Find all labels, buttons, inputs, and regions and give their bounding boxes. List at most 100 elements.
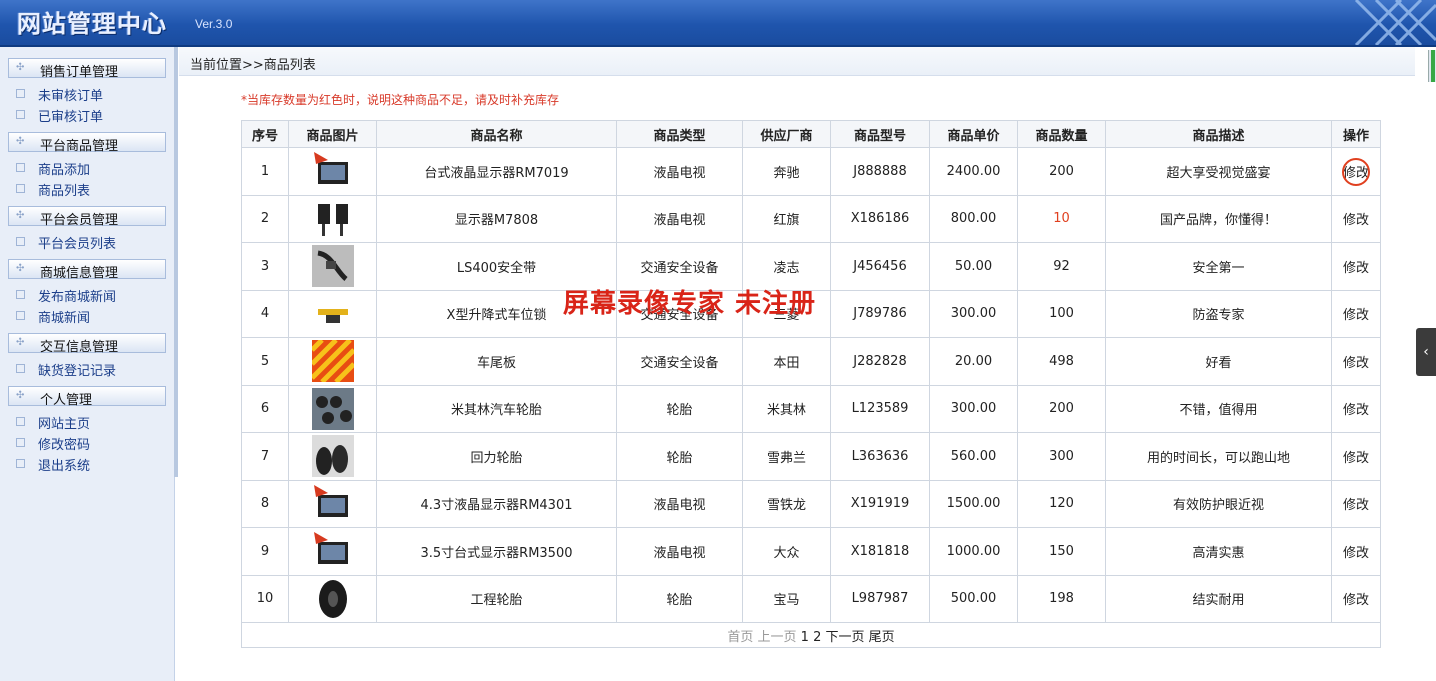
plus-icon: ✣ xyxy=(16,136,25,147)
row-number: 1 xyxy=(241,147,289,196)
product-model: X181818 xyxy=(830,527,930,576)
sidebar-item-label: 退出系统 xyxy=(38,459,91,474)
row-number: 10 xyxy=(241,574,289,623)
edit-link[interactable]: 修改 xyxy=(1331,242,1381,291)
table-row: 1 台式液晶显示器RM7019 液晶电视 奔驰 J888888 2400.00 200 超大享… xyxy=(241,147,1381,196)
product-price: 1500.00 xyxy=(929,479,1018,528)
stock-notice: *当库存数量为红色时，说明这种商品不足，请及时补充库存 xyxy=(241,93,560,107)
col-header: 商品类型 xyxy=(616,120,743,148)
product-description: 不错，值得用 xyxy=(1105,384,1332,433)
chevron-left-icon[interactable]: ‹ xyxy=(1416,328,1436,376)
seatbelt-icon xyxy=(311,245,354,288)
sidebar-group-interaction[interactable]: ✣ 交互信息管理 xyxy=(8,333,166,355)
edit-link[interactable]: 修改 xyxy=(1331,479,1381,528)
monitor-icon xyxy=(312,152,354,185)
prev-page-link[interactable]: 上一页 xyxy=(757,630,796,645)
product-image xyxy=(288,337,377,386)
product-type: 轮胎 xyxy=(616,432,743,481)
sidebar-item-stockout-records[interactable]: 缺货登记记录 xyxy=(16,360,117,379)
sidebar-item-product-list[interactable]: 商品列表 xyxy=(16,180,91,199)
col-header: 操作 xyxy=(1331,120,1381,148)
product-model: J456456 xyxy=(830,242,930,291)
table-row: 6 米其林汽车轮胎 轮胎 米其林 L123589 300.00 200 不错，值得用 修改 xyxy=(241,384,1381,433)
page-link-2[interactable]: 2 xyxy=(813,630,821,645)
edit-link[interactable]: 修改 xyxy=(1331,384,1381,433)
edit-link[interactable]: 修改 xyxy=(1331,527,1381,576)
product-vendor: 奔驰 xyxy=(742,147,831,196)
col-header: 商品名称 xyxy=(376,120,617,148)
next-page-link[interactable]: 下一页 xyxy=(825,630,864,645)
sidebar-item-member-list[interactable]: 平台会员列表 xyxy=(16,233,116,252)
product-type: 交通安全设备 xyxy=(616,337,743,386)
sidebar-item-label: 已审核订单 xyxy=(38,110,104,125)
product-vendor: 本田 xyxy=(742,337,831,386)
sidebar-group-personal[interactable]: ✣ 个人管理 xyxy=(8,386,166,408)
sidebar-item-add-product[interactable]: 商品添加 xyxy=(16,159,90,178)
edit-link[interactable]: 修改 xyxy=(1331,289,1381,338)
sidebar-item-label: 未审核订单 xyxy=(38,89,104,104)
product-price: 560.00 xyxy=(929,432,1018,481)
product-image xyxy=(288,432,377,481)
sidebar-item-reviewed-orders[interactable]: 已审核订单 xyxy=(16,106,104,125)
sidebar-item-label: 发布商城新闻 xyxy=(38,290,117,305)
sidebar-item-change-password[interactable]: 修改密码 xyxy=(16,434,90,453)
sidebar-splitter[interactable] xyxy=(174,47,178,477)
table-row: 2 显示器M7808 液晶电视 红旗 X186186 800.00 10 国产品牌，你懂得！修… xyxy=(241,194,1381,243)
product-vendor: 红旗 xyxy=(742,194,831,243)
edit-link[interactable]: 修改 xyxy=(1331,337,1381,386)
plus-icon: ✣ xyxy=(16,390,25,401)
sidebar-group-label: 平台商品管理 xyxy=(40,139,119,154)
product-description: 高清实惠 xyxy=(1105,527,1332,576)
sidebar-item-logout[interactable]: 退出系统 xyxy=(16,455,91,474)
row-number: 7 xyxy=(241,432,289,481)
row-number: 5 xyxy=(241,337,289,386)
product-name: 显示器M7808 xyxy=(376,194,617,243)
product-price: 300.00 xyxy=(929,289,1018,338)
product-description: 国产品牌，你懂得！ xyxy=(1105,194,1332,243)
tire-icon xyxy=(312,579,354,618)
product-vendor: 雪铁龙 xyxy=(742,479,831,528)
table-row: 8 4.3寸液晶显示器RM4301 液晶电视 雪铁龙 X191919 1500.00 120… xyxy=(241,479,1381,528)
sidebar-group-sales-orders[interactable]: ✣ 销售订单管理 xyxy=(8,58,166,80)
parking-lock-icon xyxy=(312,306,354,323)
sidebar-item-label: 商品列表 xyxy=(38,184,91,199)
sidebar-group-members[interactable]: ✣ 平台会员管理 xyxy=(8,206,166,228)
bullet-icon xyxy=(16,110,25,119)
product-vendor: 大众 xyxy=(742,527,831,576)
page-link-1[interactable]: 1 xyxy=(801,630,809,645)
sidebar-item-mall-news[interactable]: 商城新闻 xyxy=(16,307,91,326)
product-quantity: 498 xyxy=(1017,337,1106,386)
table-row: 7 回力轮胎 轮胎 雪弗兰 L363636 560.00 300 用的时间长，可以跑山地 修改 xyxy=(241,432,1381,481)
tire-stack-icon xyxy=(311,435,354,478)
sidebar-item-unreviewed-orders[interactable]: 未审核订单 xyxy=(16,85,104,104)
sidebar-item-label: 缺货登记记录 xyxy=(38,364,117,379)
col-header: 商品型号 xyxy=(830,120,930,148)
product-type: 轮胎 xyxy=(616,384,743,433)
edit-link[interactable]: 修改 xyxy=(1331,432,1381,481)
product-model: X186186 xyxy=(830,194,930,243)
last-page-link[interactable]: 尾页 xyxy=(869,630,895,645)
edit-link[interactable]: 修改 xyxy=(1331,574,1381,623)
product-vendor: 米其林 xyxy=(742,384,831,433)
row-number: 6 xyxy=(241,384,289,433)
plus-icon: ✣ xyxy=(16,337,25,348)
sidebar-item-label: 商城新闻 xyxy=(38,311,91,326)
pagination: 首页 上一页 1 2 下一页 尾页 xyxy=(241,622,1381,648)
product-image xyxy=(288,574,377,623)
sidebar-item-publish-news[interactable]: 发布商城新闻 xyxy=(16,286,117,305)
scrollbar[interactable] xyxy=(1428,50,1436,82)
sidebar-group-products[interactable]: ✣ 平台商品管理 xyxy=(8,132,166,154)
product-quantity: 120 xyxy=(1017,479,1106,528)
app-header: 网站管理中心 Ver.3.0 xyxy=(0,0,1436,47)
edit-link[interactable]: 修改 xyxy=(1331,194,1381,243)
col-header: 序号 xyxy=(241,120,289,148)
product-name: 台式液晶显示器RM7019 xyxy=(376,147,617,196)
sidebar-group-mall-info[interactable]: ✣ 商城信息管理 xyxy=(8,259,166,281)
sidebar-item-home[interactable]: 网站主页 xyxy=(16,413,90,432)
main-content: 当前位置>>商品列表 *当库存数量为红色时，说明这种商品不足，请及时补充库存 序… xyxy=(179,47,1436,681)
first-page-link[interactable]: 首页 xyxy=(727,630,753,645)
monitor-icon xyxy=(312,484,354,517)
pagination-row: 首页 上一页 1 2 下一页 尾页 xyxy=(241,622,1381,648)
bullet-icon xyxy=(16,163,25,172)
click-highlight xyxy=(1342,158,1370,186)
